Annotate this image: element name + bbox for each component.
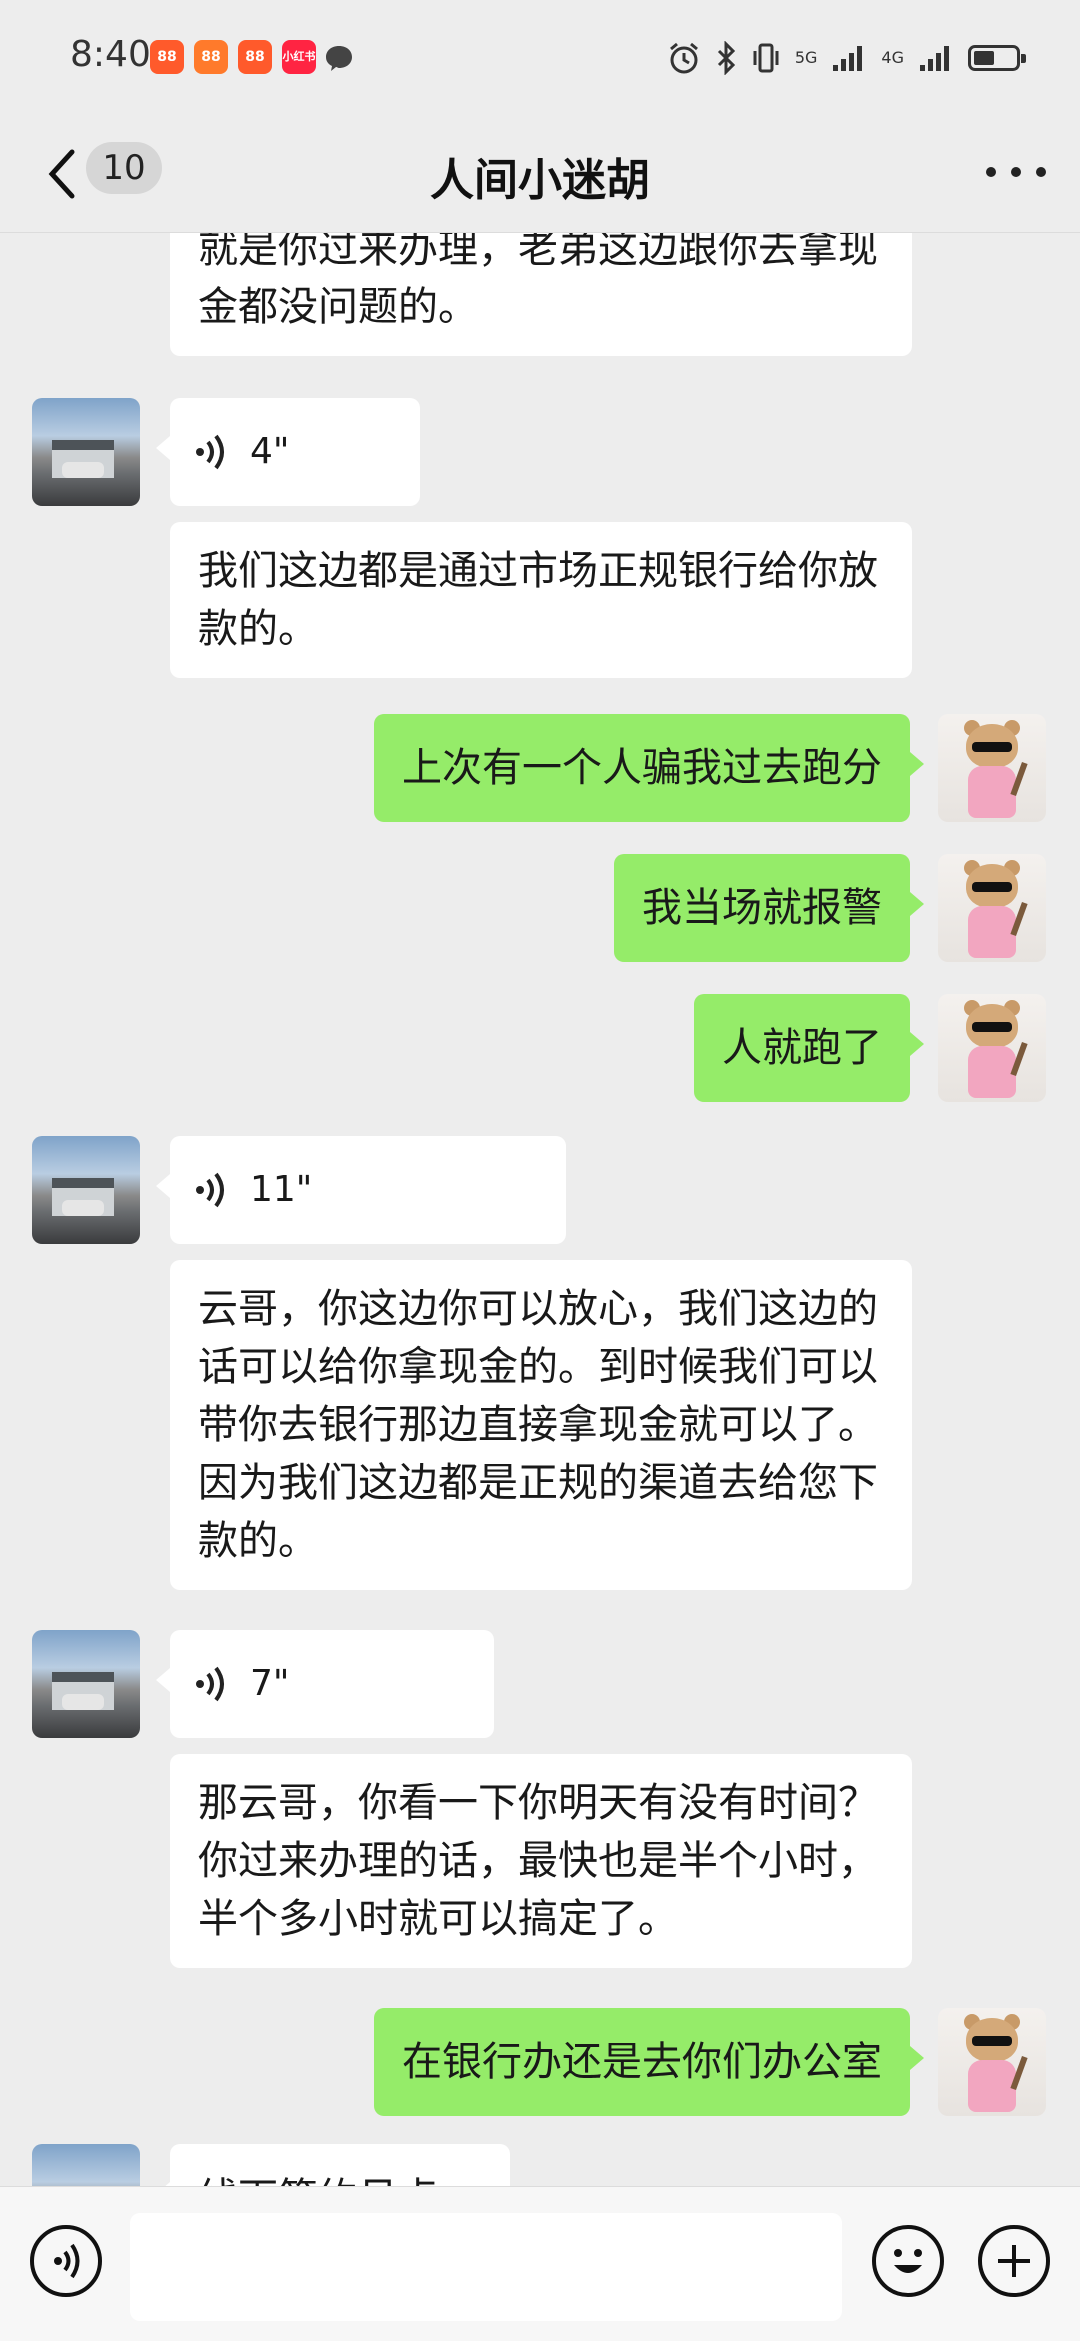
chat-bubble-icon (326, 46, 352, 71)
battery-icon (968, 45, 1026, 71)
avatar[interactable] (32, 1136, 140, 1244)
voice-wave-icon (196, 1172, 224, 1208)
message-bubble-incoming[interactable]: 云哥，你这边你可以放心，我们这边的话可以给你拿现金的。到时候我们可以带你去银行那… (170, 1260, 912, 1590)
chat-header: 10 人间小迷胡 (0, 120, 1080, 233)
message-bubble-incoming[interactable]: 那云哥，你看一下你明天有没有时间？你过来办理的话，最快也是半个小时，半个多小时就… (170, 1754, 912, 1968)
vibrate-icon (753, 43, 779, 73)
message-text: 上次有一个人骗我过去跑分 (402, 745, 882, 791)
message-text: 人就跑了 (722, 1025, 882, 1071)
network-4g-label: 4G (881, 48, 904, 67)
message-text: 线下签约见点 (198, 2175, 438, 2186)
notification-app-icon: 88 (238, 40, 272, 74)
message-text: 我当场就报警 (642, 885, 882, 931)
alarm-icon (669, 42, 698, 74)
message-bubble-outgoing[interactable]: 我当场就报警 (614, 854, 924, 962)
signal-strength-icon (833, 46, 863, 71)
bluetooth-icon (717, 41, 735, 75)
xiaohongshu-app-icon: 小红书 (282, 40, 316, 74)
voice-duration: 7" (250, 1663, 290, 1704)
voice-message[interactable]: 7" (156, 1630, 494, 1738)
voice-message[interactable]: 4" (156, 398, 420, 506)
voice-wave-icon (196, 434, 224, 470)
message-bubble-outgoing[interactable]: 上次有一个人骗我过去跑分 (374, 714, 924, 822)
network-5g-label: 5G (794, 48, 818, 67)
input-bar (0, 2186, 1080, 2341)
notification-app-icon: 88 (194, 40, 228, 74)
signal-strength-icon (920, 46, 949, 71)
message-bubble-incoming[interactable]: 线下签约见点 (156, 2144, 510, 2186)
voice-duration: 11" (250, 1169, 313, 1210)
status-time: 8:40 (70, 34, 151, 75)
more-dots-icon[interactable] (986, 164, 1046, 180)
status-bar: 8:40 88 88 88 小红书 5G 4G (0, 0, 1080, 120)
avatar[interactable] (938, 714, 1046, 822)
message-text: 那云哥，你看一下你明天有没有时间？你过来办理的话，最快也是半个小时，半个多小时就… (198, 1780, 878, 1942)
avatar[interactable] (938, 854, 1046, 962)
message-text: 在银行办还是去你们办公室 (402, 2039, 882, 2085)
notification-app-icon: 88 (150, 40, 184, 74)
message-bubble-incoming[interactable]: 就是你过来办理，老弟这边跟你去拿现金都没问题的。 (170, 232, 912, 356)
voice-wave-icon (196, 1666, 224, 1702)
message-text: 云哥，你这边你可以放心，我们这边的话可以给你拿现金的。到时候我们可以带你去银行那… (198, 1286, 878, 1564)
voice-message[interactable]: 11" (156, 1136, 566, 1244)
message-bubble-incoming[interactable]: 我们这边都是通过市场正规银行给你放款的。 (170, 522, 912, 678)
voice-duration: 4" (250, 431, 290, 472)
plus-icon[interactable] (978, 2225, 1050, 2297)
message-text: 就是你过来办理，老弟这边跟你去拿现金都没问题的。 (198, 232, 878, 330)
message-bubble-outgoing[interactable]: 在银行办还是去你们办公室 (374, 2008, 924, 2116)
avatar[interactable] (938, 994, 1046, 1102)
avatar[interactable] (32, 398, 140, 506)
page-title: 人间小迷胡 (430, 155, 650, 206)
message-list[interactable]: 就是你过来办理，老弟这边跟你去拿现金都没问题的。 4" 我们这边都是通过市场正规… (0, 232, 1080, 2186)
message-bubble-outgoing[interactable]: 人就跑了 (694, 994, 924, 1102)
message-text: 我们这边都是通过市场正规银行给你放款的。 (198, 548, 878, 652)
avatar[interactable] (938, 2008, 1046, 2116)
status-icons: 5G 4G (667, 36, 1026, 80)
avatar[interactable] (32, 2144, 140, 2186)
voice-mode-icon[interactable] (30, 2225, 102, 2297)
emoji-icon[interactable] (872, 2225, 944, 2297)
message-input[interactable] (130, 2213, 842, 2321)
avatar[interactable] (32, 1630, 140, 1738)
